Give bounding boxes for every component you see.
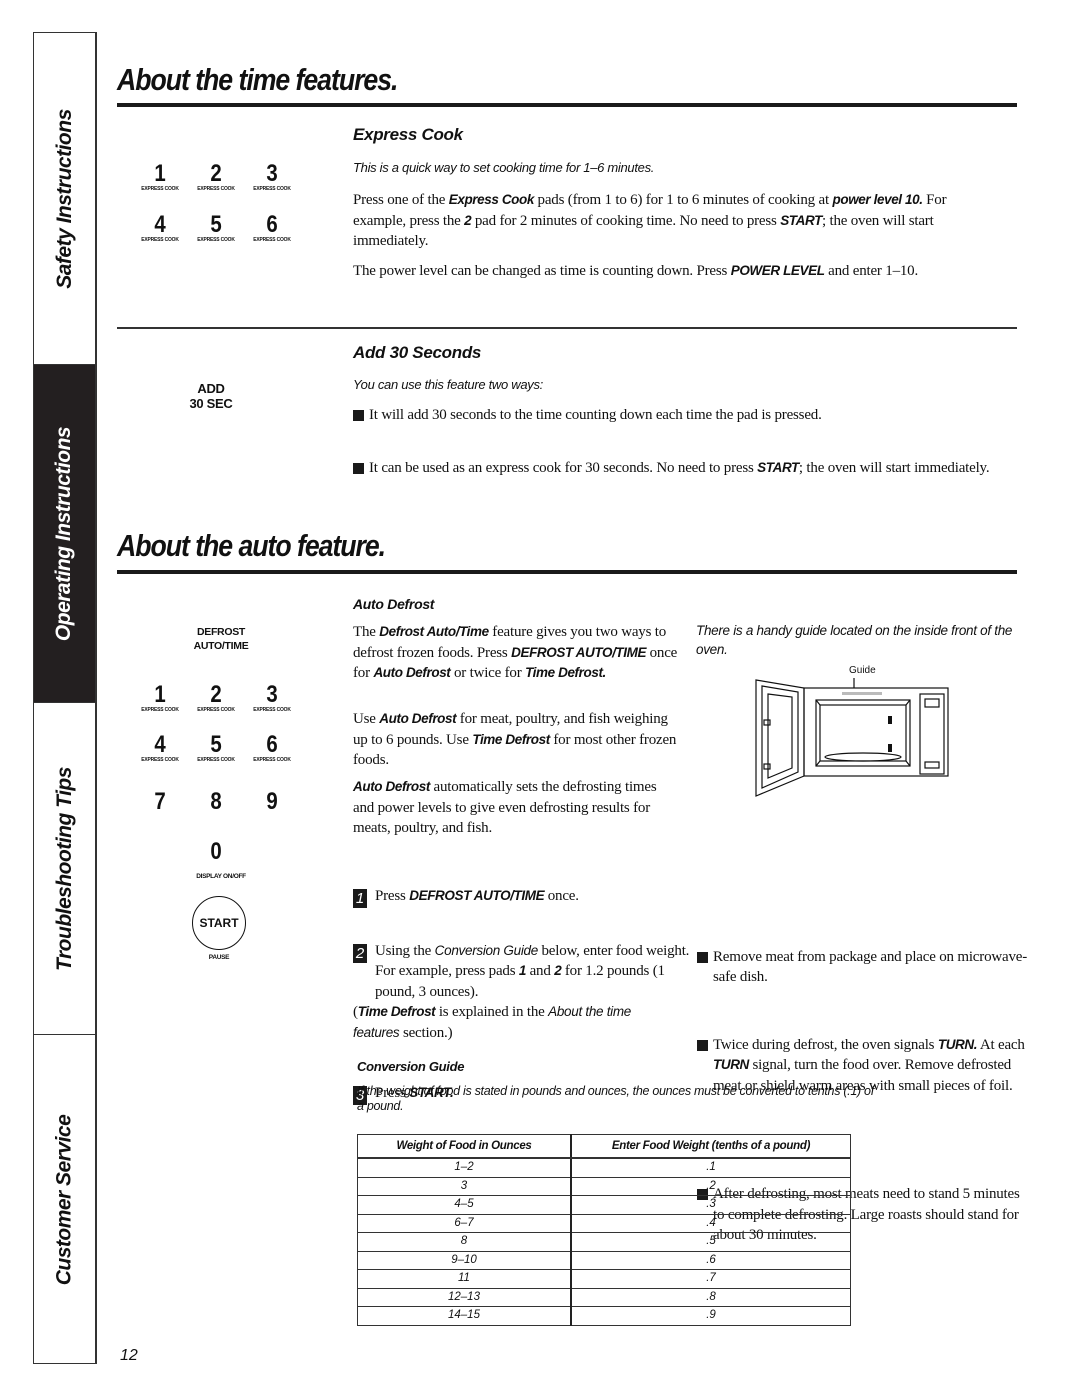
- table-row: 6–7.4: [357, 1213, 851, 1233]
- tab-label: Safety Instructions: [52, 108, 76, 289]
- key-8[interactable]: 8: [186, 790, 246, 814]
- step-1: 1 Press DEFROST AUTO/TIME once.: [353, 886, 701, 908]
- section-divider: [117, 327, 1017, 329]
- page-number: 12: [120, 1347, 138, 1364]
- key-6[interactable]: 6 EXPRESS COOK: [242, 213, 302, 244]
- auto-defrost-intro-paragraph: The Defrost Auto/Time feature gives you …: [353, 624, 678, 681]
- section-tabs: Safety Instructions Operating Instructio…: [33, 32, 95, 1364]
- table-row: 14–15.9: [357, 1306, 851, 1326]
- key-5[interactable]: 5 EXPRESS COOK: [186, 733, 246, 764]
- key-6[interactable]: 6 EXPRESS COOK: [242, 733, 302, 764]
- auto-defrost-usage-paragraph: Use Auto Defrost for meat, poultry, and …: [353, 711, 677, 768]
- pause-label: PAUSE: [208, 954, 230, 961]
- display-on-off-label: DISPLAY ON/OFF: [196, 873, 246, 880]
- key-5[interactable]: 5 EXPRESS COOK: [186, 213, 246, 244]
- add-30-bullet: It will add 30 seconds to the time count…: [353, 405, 1019, 426]
- table-row: 8.5: [357, 1232, 851, 1252]
- tab-troubleshooting-tips[interactable]: Troubleshooting Tips: [34, 703, 95, 1035]
- table-row: 1–2.1: [357, 1157, 851, 1178]
- sidebar-divider: [95, 32, 97, 1364]
- key-3[interactable]: 3 EXPRESS COOK: [242, 162, 302, 193]
- page-title-time-features: About the time features.: [117, 62, 398, 97]
- title-rule: [117, 570, 1017, 574]
- time-defrost-note: (Time Defrost is explained in the About …: [353, 1004, 631, 1041]
- defrost-auto-time-key[interactable]: DEFROST AUTO/TIME: [181, 625, 261, 653]
- key-2[interactable]: 2 EXPRESS COOK: [186, 683, 246, 714]
- tab-safety-instructions[interactable]: Safety Instructions: [34, 33, 95, 365]
- add-30-sec-key[interactable]: ADD 30 SEC: [180, 381, 242, 411]
- key-7[interactable]: 7: [130, 790, 190, 814]
- key-2[interactable]: 2 EXPRESS COOK: [186, 162, 246, 193]
- tab-label: Customer Service: [52, 1114, 76, 1286]
- conversion-guide-heading: Conversion Guide: [357, 1059, 465, 1074]
- tab-operating-instructions[interactable]: Operating Instructions: [34, 365, 95, 703]
- table-row: 9–10.6: [357, 1250, 851, 1270]
- express-cook-heading: Express Cook: [353, 125, 463, 144]
- table-row: 11.7: [357, 1269, 851, 1289]
- express-cook-intro: This is a quick way to set cooking time …: [353, 160, 655, 175]
- tab-customer-service[interactable]: Customer Service: [34, 1035, 95, 1365]
- guide-note: There is a handy guide located on the in…: [696, 623, 1013, 657]
- key-1[interactable]: 1 EXPRESS COOK: [130, 162, 190, 193]
- column-header: Enter Food Weight (tenths of a pound): [570, 1134, 851, 1159]
- table-row: 3.2: [357, 1176, 851, 1196]
- page-title-auto-feature: About the auto feature.: [117, 528, 386, 563]
- auto-defrost-settings-paragraph: Auto Defrost automatically sets the defr…: [353, 779, 657, 836]
- column-header: Weight of Food in Ounces: [357, 1134, 572, 1159]
- key-0[interactable]: 0: [186, 840, 246, 864]
- add-30-bullet: It can be used as an express cook for 30…: [353, 458, 1019, 479]
- defrost-tip: Remove meat from package and place on mi…: [697, 947, 1033, 988]
- auto-defrost-heading: Auto Defrost: [353, 596, 435, 612]
- table-row: 12–13.8: [357, 1287, 851, 1307]
- key-9[interactable]: 9: [242, 790, 302, 814]
- key-1[interactable]: 1 EXPRESS COOK: [130, 683, 190, 714]
- tab-label: Troubleshooting Tips: [52, 766, 76, 971]
- add-30-intro: You can use this feature two ways:: [353, 377, 543, 392]
- figure-label-guide: Guide: [849, 665, 876, 676]
- start-button[interactable]: START: [192, 896, 246, 950]
- power-level-paragraph: The power level can be changed as time i…: [353, 263, 919, 279]
- key-4[interactable]: 4 EXPRESS COOK: [130, 213, 190, 244]
- step-2: 2 Using the Conversion Guide below, enter…: [353, 941, 701, 1003]
- key-3[interactable]: 3 EXPRESS COOK: [242, 683, 302, 714]
- title-rule: [117, 103, 1017, 107]
- microwave-oven-illustration: [755, 678, 949, 797]
- conversion-guide-intro: If the weight of food is stated in pound…: [357, 1084, 874, 1113]
- table-row: 4–5.3: [357, 1195, 851, 1215]
- tab-label: Operating Instructions: [52, 426, 76, 641]
- key-4[interactable]: 4 EXPRESS COOK: [130, 733, 190, 764]
- express-cook-paragraph: Press one of the Express Cook pads (from…: [353, 192, 947, 249]
- add-30-seconds-heading: Add 30 Seconds: [353, 343, 482, 362]
- conversion-table: Weight of Food in Ounces Enter Food Weig…: [357, 1134, 851, 1326]
